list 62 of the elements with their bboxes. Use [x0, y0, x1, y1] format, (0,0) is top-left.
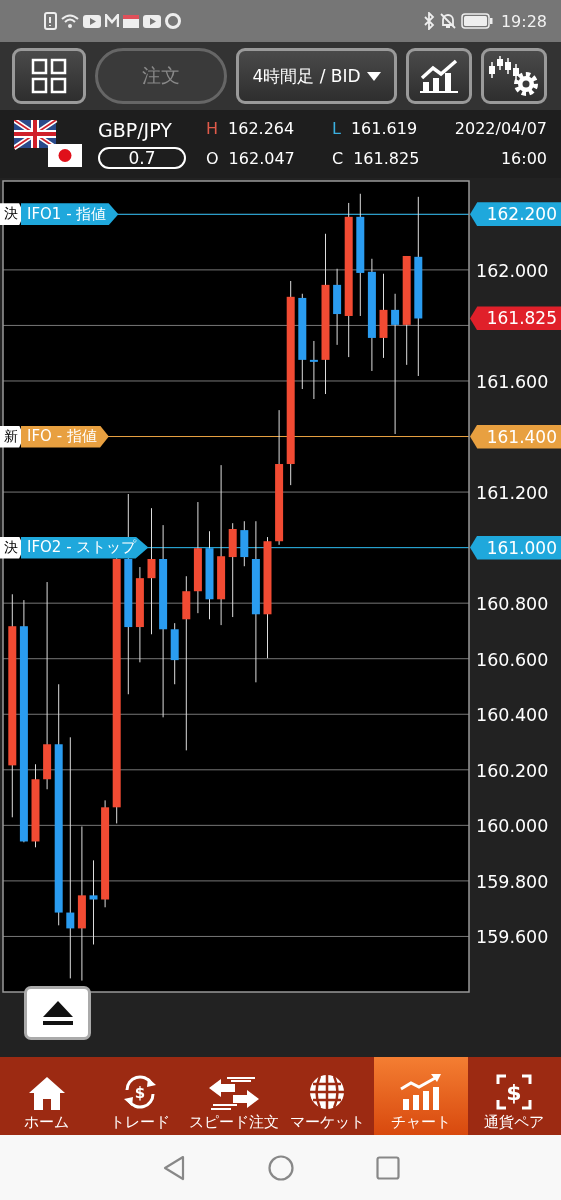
- sim-alert-icon: [44, 12, 57, 30]
- axis-label: 160.600: [476, 649, 549, 670]
- battery-icon: [460, 13, 493, 29]
- high-value: 162.264: [228, 118, 295, 140]
- low-label: L: [332, 118, 341, 140]
- home-circle-icon[interactable]: [267, 1154, 294, 1181]
- order-badge: 決: [0, 203, 24, 226]
- box-icon: [123, 14, 139, 28]
- axis-label: 160.400: [476, 705, 549, 726]
- axis-label: 161.200: [476, 483, 549, 504]
- ring-icon: [165, 13, 181, 29]
- close-value: 161.825: [353, 148, 420, 170]
- flags-icon: [14, 120, 84, 168]
- eject-button[interactable]: [24, 986, 91, 1040]
- bell-muted-icon: [438, 12, 457, 30]
- chart-type-button[interactable]: [406, 48, 472, 104]
- bluetooth-icon: [422, 12, 435, 30]
- currency-pair: GBP/JPY: [98, 119, 172, 141]
- nav-tab[interactable]: スピード注文: [187, 1057, 281, 1135]
- grid-icon: [31, 58, 67, 94]
- price-tag: 162.200: [470, 202, 561, 227]
- timeframe-dropdown[interactable]: 4時間足 / BID: [236, 48, 397, 104]
- axis-label: 160.800: [476, 594, 549, 615]
- quote-date: 2022/04/07: [454, 118, 547, 140]
- back-icon[interactable]: [161, 1154, 186, 1181]
- nav-tab[interactable]: $ 通貨ペア: [467, 1057, 561, 1135]
- play-icon: [83, 14, 101, 28]
- axis-label: 161.600: [476, 371, 549, 392]
- candle: [309, 340, 318, 400]
- axis-label: 160.200: [476, 760, 549, 781]
- low-value: 161.619: [350, 118, 418, 140]
- bar-chart-icon: [419, 58, 459, 94]
- candle: [170, 622, 179, 685]
- open-label: O: [206, 148, 219, 170]
- high-label: H: [206, 118, 219, 140]
- nav-tab[interactable]: ホーム: [0, 1057, 94, 1135]
- mail-icon: [105, 14, 119, 28]
- current-price-tag: 161.825: [470, 306, 561, 331]
- play-icon: [143, 14, 161, 28]
- close-label: C: [332, 148, 344, 170]
- price-tag: 161.400: [470, 424, 561, 449]
- open-value: 162.047: [228, 148, 295, 170]
- recents-icon[interactable]: [375, 1155, 400, 1180]
- clock-time: 19:28: [500, 11, 547, 31]
- candle: [240, 520, 249, 567]
- dropdown-caret-icon: [366, 71, 381, 81]
- globe-icon: [308, 1073, 347, 1111]
- axis-label: 159.600: [476, 927, 549, 948]
- nav-tab[interactable]: チャート: [374, 1057, 468, 1135]
- bar-chart-icon: [398, 1073, 443, 1111]
- nav-tab[interactable]: $ トレード: [93, 1057, 187, 1135]
- nav-tab[interactable]: マーケット: [280, 1057, 374, 1135]
- axis-label: 162.000: [476, 260, 549, 281]
- axis-label: 159.800: [476, 871, 549, 892]
- eject-icon: [40, 1000, 75, 1026]
- axis-label: 160.000: [476, 816, 549, 837]
- price-tag: 161.000: [470, 535, 561, 560]
- wifi-icon: [61, 13, 79, 29]
- spread-value: 0.7: [98, 147, 186, 169]
- menu-grid-button[interactable]: [12, 48, 86, 104]
- chart-settings-button[interactable]: [481, 48, 547, 104]
- quote-time: 16:00: [500, 148, 547, 170]
